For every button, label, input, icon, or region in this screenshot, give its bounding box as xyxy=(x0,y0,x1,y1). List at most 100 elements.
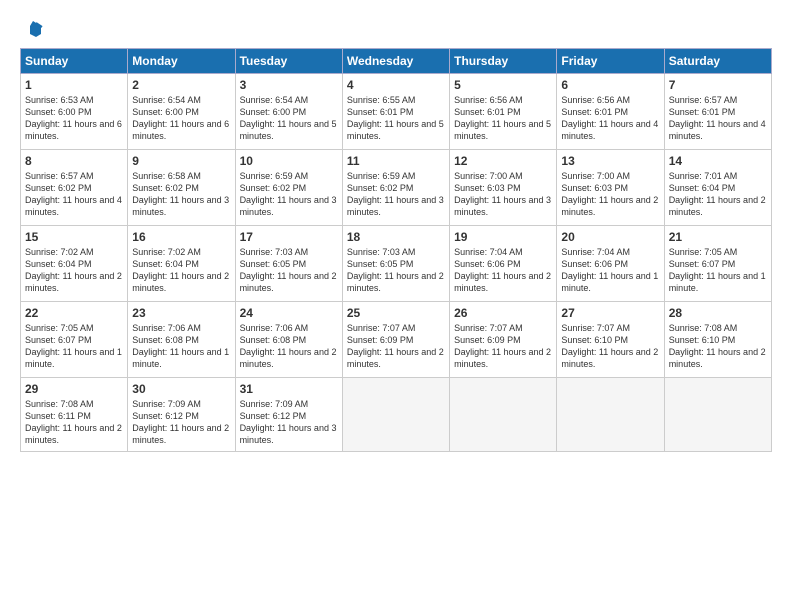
day-detail: Sunrise: 6:53 AMSunset: 6:00 PMDaylight:… xyxy=(25,94,123,143)
day-number: 1 xyxy=(25,78,123,92)
day-number: 17 xyxy=(240,230,338,244)
weekday-header-tuesday: Tuesday xyxy=(235,49,342,74)
day-detail: Sunrise: 6:59 AMSunset: 6:02 PMDaylight:… xyxy=(240,170,338,219)
day-number: 31 xyxy=(240,382,338,396)
calendar-cell: 1 Sunrise: 6:53 AMSunset: 6:00 PMDaylight… xyxy=(21,74,128,150)
day-number: 6 xyxy=(561,78,659,92)
day-detail: Sunrise: 6:57 AMSunset: 6:02 PMDaylight:… xyxy=(25,170,123,219)
calendar-cell: 25Sunrise: 7:07 AMSunset: 6:09 PMDayligh… xyxy=(342,302,449,378)
day-number: 2 xyxy=(132,78,230,92)
day-detail: Sunrise: 7:04 AMSunset: 6:06 PMDaylight:… xyxy=(561,246,659,295)
header-area xyxy=(20,18,772,40)
day-number: 21 xyxy=(669,230,767,244)
week-row-4: 22 Sunrise: 7:05 AMSunset: 6:07 PMDayligh… xyxy=(21,302,772,378)
day-detail: Sunrise: 7:04 AMSunset: 6:06 PMDaylight:… xyxy=(454,246,552,295)
day-detail: Sunrise: 6:57 AMSunset: 6:01 PMDaylight:… xyxy=(669,94,767,143)
calendar-table: SundayMondayTuesdayWednesdayThursdayFrid… xyxy=(20,48,772,452)
day-detail: Sunrise: 6:55 AMSunset: 6:01 PMDaylight:… xyxy=(347,94,445,143)
day-detail: Sunrise: 7:08 AMSunset: 6:11 PMDaylight:… xyxy=(25,398,123,447)
day-detail: Sunrise: 7:06 AMSunset: 6:08 PMDaylight:… xyxy=(132,322,230,371)
calendar-cell: 12 Sunrise: 7:00 AMSunset: 6:03 PMDayligh… xyxy=(450,150,557,226)
day-detail: Sunrise: 7:05 AMSunset: 6:07 PMDaylight:… xyxy=(25,322,123,371)
day-number: 16 xyxy=(132,230,230,244)
day-detail: Sunrise: 6:54 AMSunset: 6:00 PMDaylight:… xyxy=(240,94,338,143)
day-number: 29 xyxy=(25,382,123,396)
day-detail: Sunrise: 6:56 AMSunset: 6:01 PMDaylight:… xyxy=(561,94,659,143)
calendar-page: SundayMondayTuesdayWednesdayThursdayFrid… xyxy=(0,0,792,462)
day-detail: Sunrise: 7:01 AMSunset: 6:04 PMDaylight:… xyxy=(669,170,767,219)
day-detail: Sunrise: 7:03 AMSunset: 6:05 PMDaylight:… xyxy=(240,246,338,295)
calendar-cell: 3Sunrise: 6:54 AMSunset: 6:00 PMDaylight… xyxy=(235,74,342,150)
calendar-cell: 23 Sunrise: 7:06 AMSunset: 6:08 PMDayligh… xyxy=(128,302,235,378)
calendar-cell: 9 Sunrise: 6:58 AMSunset: 6:02 PMDaylight… xyxy=(128,150,235,226)
logo-icon xyxy=(22,18,44,40)
day-number: 27 xyxy=(561,306,659,320)
day-detail: Sunrise: 7:02 AMSunset: 6:04 PMDaylight:… xyxy=(132,246,230,295)
weekday-header-friday: Friday xyxy=(557,49,664,74)
day-detail: Sunrise: 7:06 AMSunset: 6:08 PMDaylight:… xyxy=(240,322,338,371)
day-detail: Sunrise: 6:58 AMSunset: 6:02 PMDaylight:… xyxy=(132,170,230,219)
day-number: 25 xyxy=(347,306,445,320)
calendar-cell: 24 Sunrise: 7:06 AMSunset: 6:08 PMDayligh… xyxy=(235,302,342,378)
day-number: 26 xyxy=(454,306,552,320)
logo xyxy=(20,18,44,40)
calendar-cell: 8 Sunrise: 6:57 AMSunset: 6:02 PMDaylight… xyxy=(21,150,128,226)
week-row-5: 29 Sunrise: 7:08 AMSunset: 6:11 PMDayligh… xyxy=(21,378,772,452)
day-detail: Sunrise: 6:56 AMSunset: 6:01 PMDaylight:… xyxy=(454,94,552,143)
calendar-cell: 17 Sunrise: 7:03 AMSunset: 6:05 PMDayligh… xyxy=(235,226,342,302)
calendar-cell: 28Sunrise: 7:08 AMSunset: 6:10 PMDayligh… xyxy=(664,302,771,378)
day-number: 14 xyxy=(669,154,767,168)
calendar-cell: 16 Sunrise: 7:02 AMSunset: 6:04 PMDayligh… xyxy=(128,226,235,302)
calendar-cell: 7 Sunrise: 6:57 AMSunset: 6:01 PMDaylight… xyxy=(664,74,771,150)
calendar-cell: 19 Sunrise: 7:04 AMSunset: 6:06 PMDayligh… xyxy=(450,226,557,302)
day-detail: Sunrise: 6:54 AMSunset: 6:00 PMDaylight:… xyxy=(132,94,230,143)
calendar-cell: 6 Sunrise: 6:56 AMSunset: 6:01 PMDaylight… xyxy=(557,74,664,150)
calendar-cell: 27Sunrise: 7:07 AMSunset: 6:10 PMDayligh… xyxy=(557,302,664,378)
day-number: 15 xyxy=(25,230,123,244)
day-number: 20 xyxy=(561,230,659,244)
calendar-cell xyxy=(450,378,557,452)
calendar-cell: 30 Sunrise: 7:09 AMSunset: 6:12 PMDayligh… xyxy=(128,378,235,452)
day-detail: Sunrise: 7:09 AMSunset: 6:12 PMDaylight:… xyxy=(132,398,230,447)
calendar-cell: 18 Sunrise: 7:03 AMSunset: 6:05 PMDayligh… xyxy=(342,226,449,302)
day-number: 8 xyxy=(25,154,123,168)
calendar-cell: 26Sunrise: 7:07 AMSunset: 6:09 PMDayligh… xyxy=(450,302,557,378)
day-detail: Sunrise: 7:02 AMSunset: 6:04 PMDaylight:… xyxy=(25,246,123,295)
day-detail: Sunrise: 7:00 AMSunset: 6:03 PMDaylight:… xyxy=(454,170,552,219)
day-number: 24 xyxy=(240,306,338,320)
weekday-header-saturday: Saturday xyxy=(664,49,771,74)
calendar-cell: 10 Sunrise: 6:59 AMSunset: 6:02 PMDayligh… xyxy=(235,150,342,226)
day-number: 11 xyxy=(347,154,445,168)
calendar-cell: 4 Sunrise: 6:55 AMSunset: 6:01 PMDaylight… xyxy=(342,74,449,150)
day-number: 7 xyxy=(669,78,767,92)
day-number: 4 xyxy=(347,78,445,92)
calendar-cell: 14 Sunrise: 7:01 AMSunset: 6:04 PMDayligh… xyxy=(664,150,771,226)
calendar-cell xyxy=(557,378,664,452)
calendar-cell: 15 Sunrise: 7:02 AMSunset: 6:04 PMDayligh… xyxy=(21,226,128,302)
day-number: 23 xyxy=(132,306,230,320)
calendar-cell: 13Sunrise: 7:00 AMSunset: 6:03 PMDayligh… xyxy=(557,150,664,226)
day-number: 12 xyxy=(454,154,552,168)
day-detail: Sunrise: 7:03 AMSunset: 6:05 PMDaylight:… xyxy=(347,246,445,295)
weekday-header-thursday: Thursday xyxy=(450,49,557,74)
weekday-header-sunday: Sunday xyxy=(21,49,128,74)
day-detail: Sunrise: 7:05 AMSunset: 6:07 PMDaylight:… xyxy=(669,246,767,295)
calendar-cell: 2 Sunrise: 6:54 AMSunset: 6:00 PMDaylight… xyxy=(128,74,235,150)
calendar-cell: 31 Sunrise: 7:09 AMSunset: 6:12 PMDayligh… xyxy=(235,378,342,452)
day-number: 5 xyxy=(454,78,552,92)
day-number: 22 xyxy=(25,306,123,320)
day-number: 19 xyxy=(454,230,552,244)
calendar-cell xyxy=(342,378,449,452)
day-number: 9 xyxy=(132,154,230,168)
weekday-header-wednesday: Wednesday xyxy=(342,49,449,74)
day-number: 18 xyxy=(347,230,445,244)
calendar-cell: 29 Sunrise: 7:08 AMSunset: 6:11 PMDayligh… xyxy=(21,378,128,452)
day-detail: Sunrise: 6:59 AMSunset: 6:02 PMDaylight:… xyxy=(347,170,445,219)
day-detail: Sunrise: 7:09 AMSunset: 6:12 PMDaylight:… xyxy=(240,398,338,447)
day-number: 30 xyxy=(132,382,230,396)
week-row-1: 1 Sunrise: 6:53 AMSunset: 6:00 PMDaylight… xyxy=(21,74,772,150)
calendar-cell xyxy=(664,378,771,452)
calendar-cell: 11 Sunrise: 6:59 AMSunset: 6:02 PMDayligh… xyxy=(342,150,449,226)
day-number: 10 xyxy=(240,154,338,168)
calendar-cell: 20 Sunrise: 7:04 AMSunset: 6:06 PMDayligh… xyxy=(557,226,664,302)
